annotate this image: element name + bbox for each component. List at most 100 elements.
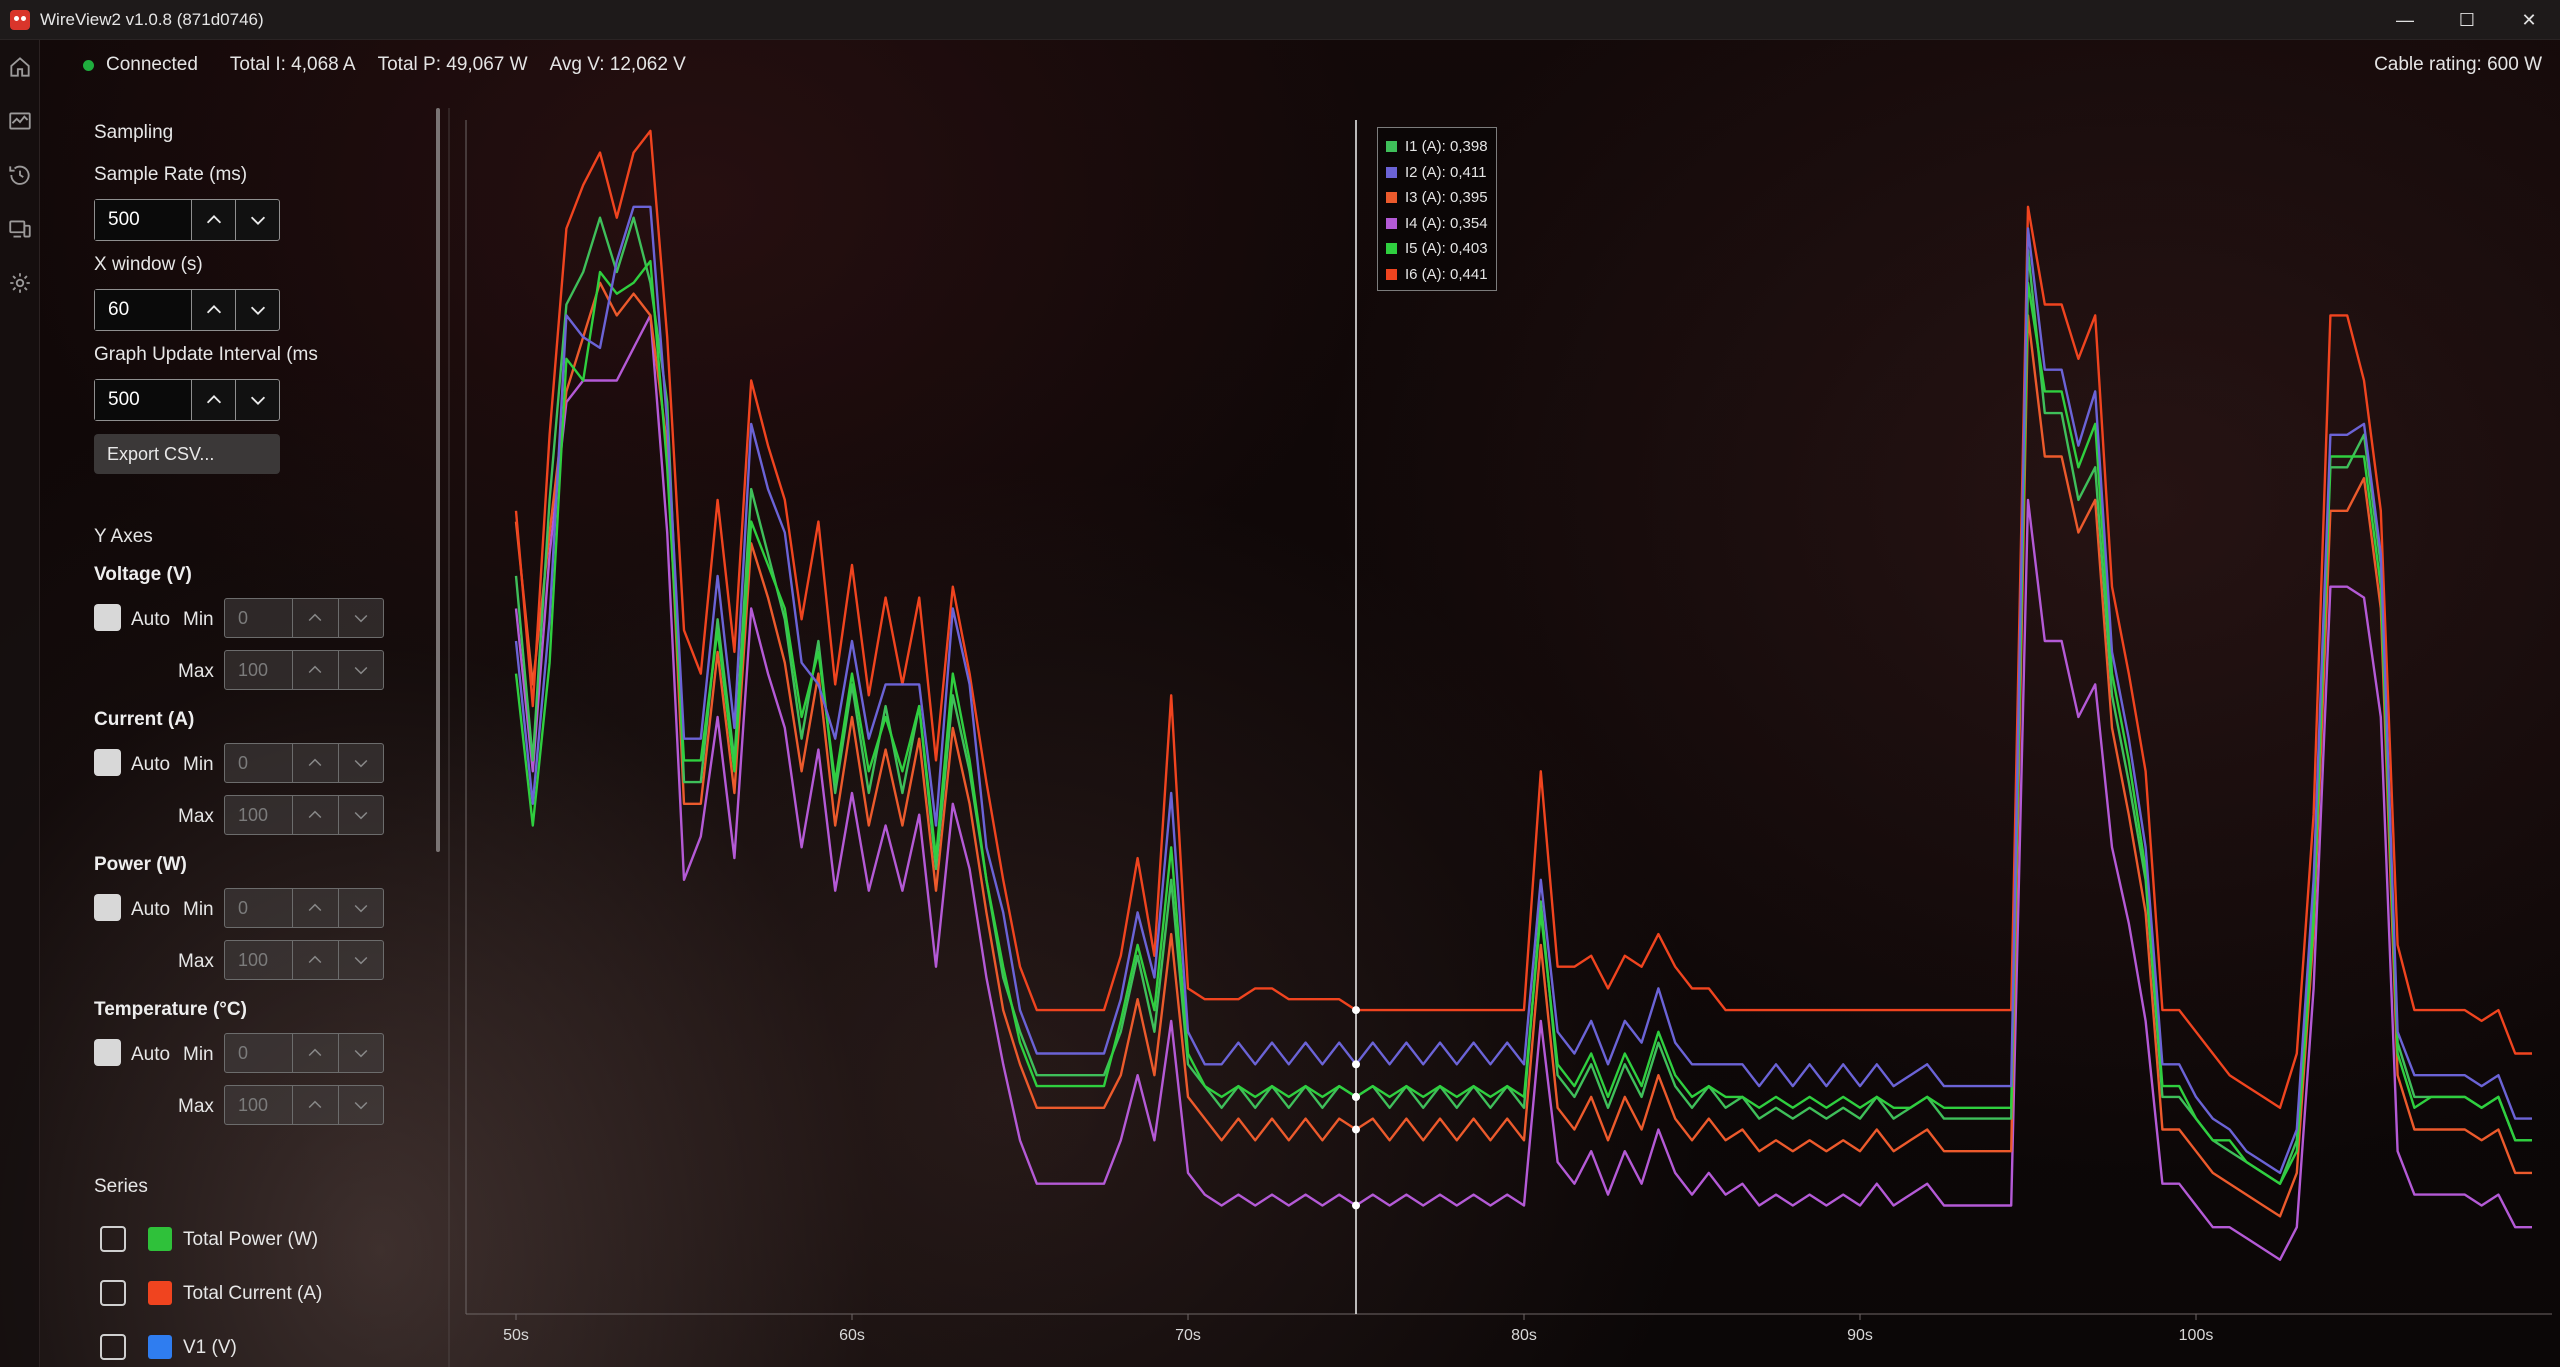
- cable-rating: Cable rating: 600 W: [2374, 54, 2542, 75]
- legend-item: I6 (A): 0,441: [1386, 262, 1488, 288]
- legend-swatch: [1386, 166, 1397, 178]
- export-csv-button[interactable]: Export CSV...: [94, 434, 280, 474]
- max-increment[interactable]: [292, 941, 337, 979]
- total-current: Total I: 4,068 A: [229, 54, 356, 75]
- average-voltage: Avg V: 12,062 V: [549, 54, 686, 75]
- series-label: V1 (V): [183, 1337, 237, 1358]
- sample-rate-increment[interactable]: [191, 200, 235, 240]
- nav-history[interactable]: [0, 148, 40, 202]
- settings-icon: [10, 273, 30, 293]
- min-label: Min: [183, 899, 214, 920]
- status-bar: Connected Total I: 4,068 A Total P: 49,0…: [40, 40, 2560, 90]
- min-increment[interactable]: [292, 889, 337, 927]
- chevron-up-icon: [309, 955, 322, 964]
- x-window-increment[interactable]: [191, 290, 235, 330]
- nav-devices[interactable]: [0, 202, 40, 256]
- cursor-point: [1352, 1125, 1360, 1134]
- minimize-button[interactable]: —: [2374, 0, 2436, 40]
- cursor-point: [1352, 1201, 1360, 1210]
- legend-item: I4 (A): 0,354: [1386, 211, 1488, 237]
- min-increment[interactable]: [292, 599, 337, 637]
- cursor-point: [1352, 1006, 1360, 1015]
- monitor-graph-icon: [9, 112, 31, 130]
- legend-label: I1 (A): 0,398: [1405, 138, 1488, 156]
- sample-rate-label: Sample Rate (ms): [94, 164, 248, 185]
- total-power: Total P: 49,067 W: [377, 54, 528, 75]
- devices-icon: [9, 220, 31, 238]
- min-decrement[interactable]: [337, 599, 383, 637]
- min-input[interactable]: 0: [225, 1034, 292, 1072]
- max-input[interactable]: 100: [225, 941, 292, 979]
- sample-rate-input[interactable]: 500: [95, 200, 191, 240]
- y-axes-title: Y Axes: [94, 526, 153, 547]
- graph-update-increment[interactable]: [191, 380, 235, 420]
- legend-label: I6 (A): 0,441: [1405, 265, 1488, 283]
- max-decrement[interactable]: [337, 941, 383, 979]
- series-checkbox[interactable]: [100, 1226, 126, 1252]
- min-decrement[interactable]: [337, 744, 383, 782]
- min-increment[interactable]: [292, 1034, 337, 1072]
- min-decrement[interactable]: [337, 889, 383, 927]
- maximize-button[interactable]: ☐: [2436, 0, 2498, 40]
- close-button[interactable]: ✕: [2498, 0, 2560, 40]
- legend-label: I3 (A): 0,395: [1405, 189, 1488, 207]
- chevron-down-icon: [354, 904, 368, 913]
- sample-rate-decrement[interactable]: [235, 200, 279, 240]
- max-input[interactable]: 100: [225, 1086, 292, 1124]
- chevron-down-icon: [250, 396, 265, 405]
- min-increment[interactable]: [292, 744, 337, 782]
- series-color-swatch: [148, 1335, 172, 1359]
- chevron-up-icon: [309, 665, 322, 674]
- max-input[interactable]: 100: [225, 651, 292, 689]
- graph-update-decrement[interactable]: [235, 380, 279, 420]
- min-input[interactable]: 0: [225, 744, 292, 782]
- max-decrement[interactable]: [337, 1086, 383, 1124]
- auto-label: Auto: [131, 899, 171, 920]
- chevron-down-icon: [250, 216, 265, 225]
- series-line-i1a: [514, 216, 2532, 1185]
- series-checkbox[interactable]: [100, 1280, 126, 1306]
- auto-checkbox[interactable]: [94, 604, 121, 631]
- chevron-down-icon: [354, 1049, 368, 1058]
- chevron-down-icon: [354, 614, 368, 623]
- x-window-decrement[interactable]: [235, 290, 279, 330]
- min-decrement[interactable]: [337, 1034, 383, 1072]
- chevron-up-icon: [206, 305, 221, 314]
- auto-checkbox[interactable]: [94, 749, 121, 776]
- nav-monitor[interactable]: [0, 94, 40, 148]
- x-window-stepper: 60: [94, 289, 280, 331]
- legend-item: I2 (A): 0,411: [1386, 160, 1488, 186]
- max-decrement[interactable]: [337, 651, 383, 689]
- chevron-down-icon: [354, 811, 368, 820]
- legend-swatch: [1386, 192, 1397, 204]
- auto-checkbox[interactable]: [94, 1039, 121, 1066]
- max-increment[interactable]: [292, 651, 337, 689]
- chevron-up-icon: [206, 215, 221, 224]
- min-stepper: 0: [224, 1033, 384, 1073]
- axis-group-title: Current (A): [94, 709, 195, 730]
- max-decrement[interactable]: [337, 796, 383, 834]
- max-stepper: 100: [224, 1085, 384, 1125]
- x-window-input[interactable]: 60: [95, 290, 191, 330]
- connection-status: Connected: [106, 54, 198, 75]
- auto-checkbox[interactable]: [94, 894, 121, 921]
- settings-scrollbar[interactable]: [436, 108, 440, 852]
- legend-swatch: [1386, 217, 1397, 229]
- series-checkbox[interactable]: [100, 1334, 126, 1360]
- legend-item: I3 (A): 0,395: [1386, 185, 1488, 211]
- series-line-i2a: [514, 205, 2532, 1175]
- chart-legend: I1 (A): 0,398 I2 (A): 0,411 I3 (A): 0,39…: [1377, 127, 1497, 291]
- auto-label: Auto: [131, 609, 171, 630]
- nav-home[interactable]: [0, 40, 40, 94]
- max-input[interactable]: 100: [225, 796, 292, 834]
- min-input[interactable]: 0: [225, 889, 292, 927]
- axis-group-title: Voltage (V): [94, 564, 192, 585]
- graph-update-input[interactable]: 500: [95, 380, 191, 420]
- min-input[interactable]: 0: [225, 599, 292, 637]
- nav-settings[interactable]: [0, 256, 40, 310]
- max-increment[interactable]: [292, 796, 337, 834]
- sampling-title: Sampling: [94, 122, 174, 143]
- legend-label: I2 (A): 0,411: [1405, 163, 1487, 181]
- chevron-up-icon: [309, 903, 322, 912]
- max-increment[interactable]: [292, 1086, 337, 1124]
